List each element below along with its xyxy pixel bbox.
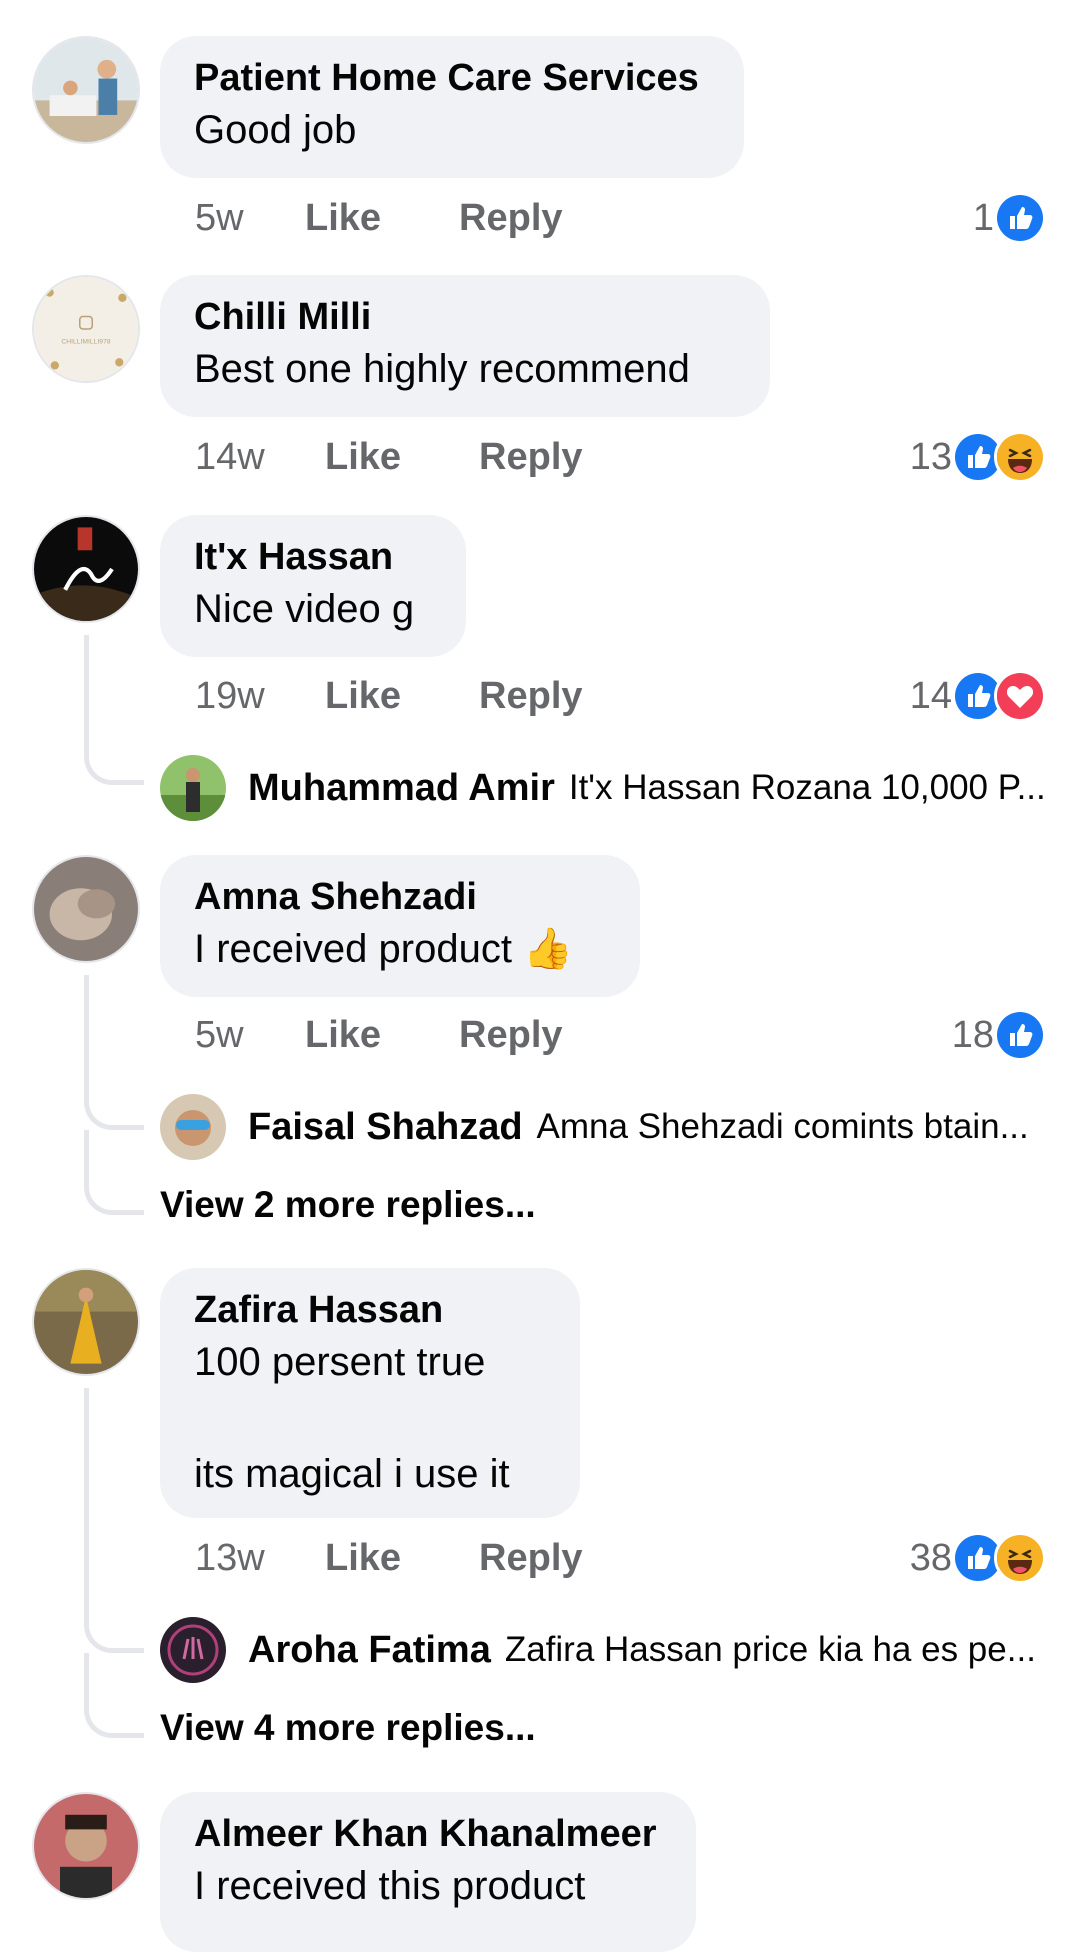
- reply-snippet: Zafira Hassan price kia ha es pe...: [504, 1630, 1036, 1669]
- comment-actions: 19w Like Reply: [195, 668, 583, 724]
- reply-author-name[interactable]: Faisal Shahzad: [248, 1106, 523, 1149]
- thread-line: [84, 635, 89, 735]
- comment-text: I received product 👍: [194, 927, 573, 971]
- comment-timestamp[interactable]: 5w: [195, 1014, 305, 1057]
- avatar[interactable]: [160, 1094, 226, 1160]
- like-button[interactable]: Like: [305, 1014, 381, 1057]
- comment-bubble[interactable]: Almeer Khan Khanalmeer I received this p…: [160, 1792, 696, 1952]
- avatar[interactable]: [32, 1792, 140, 1900]
- avatar[interactable]: [32, 515, 140, 623]
- view-more-replies-link[interactable]: View 4 more replies...: [160, 1703, 536, 1753]
- reply-author-name[interactable]: Aroha Fatima: [248, 1629, 491, 1672]
- reaction-summary[interactable]: 14: [910, 668, 1046, 724]
- comment-actions: 14w Like Reply: [195, 429, 583, 485]
- comment-timestamp[interactable]: 5w: [195, 197, 305, 240]
- reply-connector: [84, 1130, 144, 1215]
- haha-icon: [994, 431, 1046, 483]
- commenter-name[interactable]: It'x Hassan: [194, 533, 432, 581]
- reply-connector: [84, 735, 144, 785]
- comment-timestamp[interactable]: 19w: [195, 675, 325, 718]
- reply-button[interactable]: Reply: [479, 675, 582, 718]
- reaction-summary[interactable]: 38: [910, 1530, 1046, 1586]
- commenter-name[interactable]: Chilli Milli: [194, 293, 736, 341]
- commenter-name[interactable]: Patient Home Care Services: [194, 54, 710, 102]
- thread-line: [84, 1388, 89, 1618]
- reaction-summary[interactable]: 1: [973, 190, 1046, 246]
- view-more-replies-link[interactable]: View 2 more replies...: [160, 1180, 536, 1230]
- reaction-count: 13: [909, 435, 952, 478]
- like-button[interactable]: Like: [325, 675, 401, 718]
- avatar[interactable]: CHILLIMILLI978: [32, 275, 140, 383]
- reply-connector: [84, 1075, 144, 1130]
- reaction-summary[interactable]: 18: [952, 1007, 1046, 1063]
- reply-snippet: Amna Shehzadi comints btain...: [536, 1107, 1029, 1146]
- comment-actions: 13w Like Reply: [195, 1530, 583, 1586]
- comment-timestamp[interactable]: 14w: [195, 436, 325, 479]
- avatar[interactable]: [32, 855, 140, 963]
- reply-button[interactable]: Reply: [459, 197, 562, 240]
- commenter-name[interactable]: Zafira Hassan: [194, 1286, 546, 1334]
- comment-bubble[interactable]: Patient Home Care Services Good job: [160, 36, 744, 178]
- reaction-count: 38: [909, 1536, 952, 1579]
- avatar[interactable]: [160, 755, 226, 821]
- commenter-name[interactable]: Amna Shehzadi: [194, 873, 606, 921]
- comment-text: 100 persent true its magical i use it: [194, 1340, 510, 1496]
- reaction-count: 18: [951, 1013, 994, 1056]
- avatar[interactable]: [32, 1268, 140, 1376]
- comment-actions: 5w Like Reply: [195, 1007, 563, 1063]
- reply-preview[interactable]: Aroha Fatima Zafira Hassan price kia ha …: [160, 1614, 1036, 1686]
- love-icon: [994, 670, 1046, 722]
- like-button[interactable]: Like: [305, 197, 381, 240]
- reply-button[interactable]: Reply: [459, 1014, 562, 1057]
- comment-bubble[interactable]: Zafira Hassan 100 persent true its magic…: [160, 1268, 580, 1518]
- like-button[interactable]: Like: [325, 1537, 401, 1580]
- comment-text: I received this product: [194, 1864, 586, 1908]
- reaction-count: 1: [972, 196, 994, 239]
- comment-timestamp[interactable]: 13w: [195, 1537, 325, 1580]
- reply-author-name[interactable]: Muhammad Amir: [248, 767, 555, 810]
- like-icon: [994, 1009, 1046, 1061]
- comment-text: Best one highly recommend: [194, 347, 690, 391]
- reply-preview[interactable]: Muhammad Amir It'x Hassan Rozana 10,000 …: [160, 752, 1046, 824]
- reaction-summary[interactable]: 13: [910, 429, 1046, 485]
- reply-snippet: It'x Hassan Rozana 10,000 P...: [568, 768, 1046, 807]
- reply-connector: [84, 1653, 144, 1738]
- comment-bubble[interactable]: Amna Shehzadi I received product 👍: [160, 855, 640, 997]
- comment-bubble[interactable]: Chilli Milli Best one highly recommend: [160, 275, 770, 417]
- avatar[interactable]: [160, 1617, 226, 1683]
- commenter-name[interactable]: Almeer Khan Khanalmeer: [194, 1810, 662, 1858]
- avatar[interactable]: [32, 36, 140, 144]
- avatar-text: CHILLIMILLI978: [61, 339, 110, 346]
- comment-bubble[interactable]: It'x Hassan Nice video g: [160, 515, 466, 657]
- reply-button[interactable]: Reply: [479, 436, 582, 479]
- reply-connector: [84, 1598, 144, 1653]
- haha-icon: [994, 1532, 1046, 1584]
- reaction-count: 14: [909, 674, 952, 717]
- comment-actions: 5w Like Reply: [195, 190, 563, 246]
- like-button[interactable]: Like: [325, 436, 401, 479]
- reply-preview[interactable]: Faisal Shahzad Amna Shehzadi comints bta…: [160, 1091, 1029, 1163]
- reply-button[interactable]: Reply: [479, 1537, 582, 1580]
- comment-text: Good job: [194, 108, 357, 152]
- like-icon: [994, 192, 1046, 244]
- comment-text: Nice video g: [194, 587, 415, 631]
